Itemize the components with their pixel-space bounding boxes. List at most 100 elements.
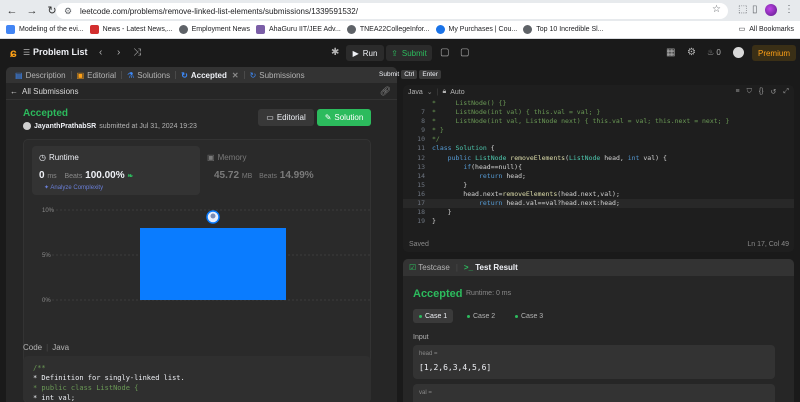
editorial-button[interactable]: ▭ Editorial xyxy=(258,109,314,126)
cursor-position: Ln 17, Col 49 xyxy=(747,241,789,248)
beats-percent: 100.00% xyxy=(85,170,125,181)
case-tab-1[interactable]: Case 1 xyxy=(413,309,454,323)
bookmark-item[interactable]: Employment News xyxy=(178,25,250,34)
code-line: * int val; xyxy=(33,394,76,402)
case-tab-2[interactable]: Case 2 xyxy=(461,309,501,323)
bookmark-item[interactable]: News - Latest News,... xyxy=(89,25,173,34)
reset-icon[interactable]: ↺ xyxy=(771,88,777,96)
code-editor[interactable]: * ListNode() {} 7 * ListNode(int val) { th… xyxy=(403,99,794,242)
share-link-icon[interactable]: 🔗︎ xyxy=(380,86,391,97)
username[interactable]: JayanthPrathabSR xyxy=(34,123,96,130)
divider: | xyxy=(436,88,439,96)
next-problem-icon[interactable]: › xyxy=(117,47,120,58)
editor-line[interactable]: * ListNode() {} xyxy=(403,99,794,108)
chart-ytick-label: 0% xyxy=(42,298,51,304)
back-icon[interactable]: ← xyxy=(4,3,20,19)
problem-list-link[interactable]: Problem List xyxy=(33,47,88,57)
editor-line[interactable]: 13 if(head==null){ xyxy=(403,163,794,172)
tab-submissions[interactable]: ↻ Submissions xyxy=(245,71,310,80)
runtime-card[interactable]: ◷ Runtime 0 ms Beats 100.00% ❧ ✦ Analyze … xyxy=(32,146,200,195)
tab-editorial[interactable]: ▣ Editorial xyxy=(72,71,121,80)
sidebar-icon[interactable]: ▯ xyxy=(752,4,758,15)
editor-line[interactable]: 19} xyxy=(403,217,794,226)
format-icon[interactable]: ≡ xyxy=(735,88,739,96)
braces-icon[interactable]: {} xyxy=(759,88,764,96)
forward-icon[interactable]: → xyxy=(24,3,40,19)
whiteboard-icon[interactable]: ▢ xyxy=(460,47,469,58)
tab-testcase[interactable]: ☑ Testcase xyxy=(409,263,450,272)
case-tab-3[interactable]: Case 3 xyxy=(509,309,549,323)
site-settings-icon[interactable]: ⚙ xyxy=(64,6,74,16)
extensions-icon[interactable]: ⬚ xyxy=(738,4,747,15)
layout-icon[interactable]: ▦ xyxy=(666,47,675,58)
bookmark-item[interactable]: AhaGuru IIT/JEE Adv... xyxy=(255,25,341,34)
editor-line[interactable]: 16 head.next=removeElements(head.next,va… xyxy=(403,190,794,199)
address-bar[interactable]: ⚙ leetcode.com/problems/remove-linked-li… xyxy=(56,3,728,19)
mode-label[interactable]: Auto xyxy=(450,89,464,96)
debug-icon[interactable]: ✱ xyxy=(331,47,339,58)
avatar xyxy=(23,122,31,130)
line-number: 10 xyxy=(417,135,425,144)
editor-line[interactable]: 14 return head; xyxy=(403,172,794,181)
editor-line[interactable]: 7 * ListNode(int val) { this.val = val; } xyxy=(403,108,794,117)
upload-icon: ⇪ xyxy=(391,48,398,58)
line-text: } xyxy=(432,217,436,226)
bookmark-item[interactable]: TNEA22CollegeInfor... xyxy=(346,25,430,34)
memory-card[interactable]: ▣ Memory xyxy=(207,153,246,162)
run-button[interactable]: ▶ Run xyxy=(346,45,384,61)
line-number: 16 xyxy=(417,189,425,198)
expand-icon[interactable]: ⤢ xyxy=(783,88,789,96)
all-bookmarks[interactable]: ▭ All Bookmarks xyxy=(739,25,794,34)
bookmark-icon[interactable]: ⛉ xyxy=(747,88,752,96)
streak-counter[interactable]: ♨ 0 xyxy=(707,48,721,57)
line-number: 7 xyxy=(421,108,425,117)
language-select[interactable]: Java xyxy=(408,89,423,96)
tab-accepted[interactable]: ↻ Accepted ✕ xyxy=(176,71,243,80)
tab-test-result[interactable]: >_ Test Result xyxy=(464,263,518,272)
submit-button[interactable]: ⇪ Submit xyxy=(386,45,432,61)
close-tab-icon[interactable]: ✕ xyxy=(232,71,239,80)
tooltip-label: Submit xyxy=(379,71,400,78)
editor-line[interactable]: 8 * ListNode(int val, ListNode next) { th… xyxy=(403,117,794,126)
tab-solutions[interactable]: ⚗ Solutions xyxy=(122,71,175,80)
code-line: * Definition for singly-linked list. xyxy=(33,374,185,382)
settings-gear-icon[interactable]: ⚙ xyxy=(687,47,696,58)
editor-line[interactable]: 10 */ xyxy=(403,135,794,144)
pass-dot-icon xyxy=(515,314,518,318)
bookmark-favicon-icon xyxy=(89,25,99,34)
beats-label: Beats xyxy=(64,173,83,180)
bookmark-star-icon[interactable]: ☆ xyxy=(712,4,721,15)
premium-button[interactable]: Premium xyxy=(752,45,796,61)
shuffle-icon[interactable]: ⤨ xyxy=(133,47,141,58)
bookmark-item[interactable]: Top 10 Incredible Sl... xyxy=(523,25,604,34)
bookmark-item[interactable]: Modeling of the evi... xyxy=(6,25,84,34)
editor-line[interactable]: 18 } xyxy=(403,208,794,217)
solution-button[interactable]: ✎ Solution xyxy=(317,109,371,126)
editor-line[interactable]: 11 class Solution { xyxy=(403,144,794,153)
chart-bar[interactable] xyxy=(140,228,286,300)
line-number: 17 xyxy=(417,199,425,208)
leetcode-logo-icon[interactable]: ɕ xyxy=(10,46,22,60)
avatar[interactable] xyxy=(733,47,744,58)
line-text: return head; xyxy=(478,171,526,180)
line-text: head.next=removeElements(head.next,val); xyxy=(432,189,620,198)
bookmark-favicon-icon xyxy=(435,25,445,34)
page-scrollbar[interactable] xyxy=(795,67,800,402)
tab-description[interactable]: ▤ Description xyxy=(10,71,71,80)
bookmark-item[interactable]: My Purchases | Cou... xyxy=(435,25,517,34)
list-icon: ☰ xyxy=(23,48,31,57)
line-number: 18 xyxy=(417,208,425,217)
all-submissions-link[interactable]: ← All Submissions 🔗︎ xyxy=(6,83,397,100)
line-text: class Solution { xyxy=(432,144,495,153)
line-number: 8 xyxy=(421,117,425,126)
prev-problem-icon[interactable]: ‹ xyxy=(99,47,102,58)
notes-icon[interactable]: ▢ xyxy=(440,47,449,58)
line-text: * ListNode() {} xyxy=(432,99,507,107)
editor-line[interactable]: 12 public ListNode removeElements(ListNo… xyxy=(403,154,794,163)
analyze-complexity-link[interactable]: ✦ Analyze Complexity xyxy=(44,184,103,191)
profile-avatar[interactable] xyxy=(765,4,777,16)
editor-line[interactable]: 17 return head.val==val?head.next:head; xyxy=(403,199,794,209)
editor-line[interactable]: 15 } xyxy=(403,181,794,190)
editor-line[interactable]: 9 * } xyxy=(403,126,794,135)
menu-icon[interactable]: ⋮ xyxy=(784,4,794,15)
